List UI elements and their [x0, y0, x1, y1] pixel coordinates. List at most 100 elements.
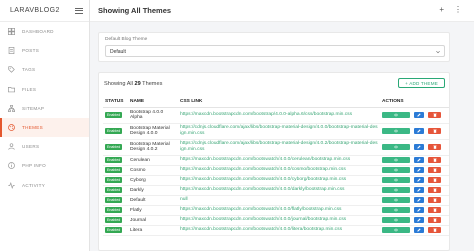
delete-theme-button[interactable]	[428, 144, 441, 150]
sidebar-item-activity[interactable]: ACTIVITY	[0, 176, 89, 195]
theme-name: Default	[128, 195, 178, 206]
status-badge: Enabled	[105, 128, 123, 134]
default-theme-select[interactable]: Default	[105, 45, 445, 57]
themes-table: STATUS NAME CSS LINK ACTIONS Enabled Boo…	[103, 97, 449, 236]
status-cell: Enabled	[103, 195, 128, 206]
sidebar-item-files[interactable]: FILES	[0, 80, 89, 99]
more-vertical-icon[interactable]: ⋮	[454, 6, 462, 14]
theme-name: Journal	[128, 215, 178, 226]
add-theme-button[interactable]: + ADD THEME	[398, 78, 445, 88]
delete-theme-button[interactable]	[428, 227, 441, 233]
edit-theme-button[interactable]	[414, 217, 424, 223]
css-link[interactable]: https://cdnjs.cloudflare.com/ajax/libs/b…	[178, 139, 380, 156]
view-theme-button[interactable]	[382, 167, 410, 173]
status-badge: Enabled	[105, 177, 123, 183]
view-theme-button[interactable]	[382, 227, 410, 233]
sidebar-item-label: DASHBOARD	[22, 29, 54, 35]
actions-cell	[380, 225, 449, 236]
delete-theme-button[interactable]	[428, 157, 441, 163]
activity-icon	[8, 181, 15, 189]
brand-name[interactable]: LARAVBLOG2	[10, 7, 60, 14]
delete-theme-button[interactable]	[428, 207, 441, 213]
actions-cell	[380, 107, 449, 124]
sidebar-item-themes[interactable]: THEMES	[0, 117, 89, 138]
sidebar-item-php-info[interactable]: PHP INFO	[0, 156, 89, 175]
table-row: Enabled Cerulean https://maxcdn.bootstra…	[103, 155, 449, 166]
css-link[interactable]: https://maxcdn.bootstrapcdn.com/bootswat…	[178, 165, 380, 176]
css-link[interactable]: null	[178, 195, 380, 206]
plus-icon[interactable]: +	[439, 6, 444, 14]
theme-name: Bootstrap 4.0.0 Alpha	[128, 107, 178, 124]
theme-name: Cosmo	[128, 165, 178, 176]
view-theme-button[interactable]	[382, 207, 410, 213]
status-cell: Enabled	[103, 107, 128, 124]
edit-theme-button[interactable]	[414, 227, 424, 233]
actions-cell	[380, 123, 449, 140]
edit-theme-button[interactable]	[414, 144, 424, 150]
delete-theme-button[interactable]	[428, 217, 441, 223]
sidebar-item-dashboard[interactable]: DASHBOARD	[0, 22, 89, 41]
delete-theme-button[interactable]	[428, 128, 441, 134]
css-link[interactable]: https://maxcdn.bootstrapcdn.com/bootswat…	[178, 215, 380, 226]
sidebar-item-label: SITEMAP	[22, 105, 45, 111]
view-theme-button[interactable]	[382, 197, 410, 203]
edit-theme-button[interactable]	[414, 112, 424, 118]
view-theme-button[interactable]	[382, 177, 410, 183]
view-theme-button[interactable]	[382, 128, 410, 134]
showing-prefix: Showing All	[104, 81, 135, 87]
view-theme-button[interactable]	[382, 112, 410, 118]
showing-suffix: Themes	[140, 81, 163, 87]
table-row: Enabled Darkly https://maxcdn.bootstrapc…	[103, 185, 449, 196]
view-theme-button[interactable]	[382, 157, 410, 163]
delete-theme-button[interactable]	[428, 197, 441, 203]
delete-theme-button[interactable]	[428, 177, 441, 183]
default-theme-card: Default Blog Theme Default	[98, 32, 450, 62]
table-row: Enabled Flatly https://maxcdn.bootstrapc…	[103, 205, 449, 216]
edit-theme-button[interactable]	[414, 187, 424, 193]
sidebar-nav: DASHBOARD POSTS TAGS FILES SITEMAP THEME…	[0, 22, 89, 195]
css-link[interactable]: https://maxcdn.bootstrapcdn.com/bootswat…	[178, 175, 380, 186]
delete-theme-button[interactable]	[428, 112, 441, 118]
hamburger-menu-icon[interactable]	[75, 7, 83, 14]
css-link[interactable]: https://maxcdn.bootstrapcdn.com/bootswat…	[178, 205, 380, 216]
edit-theme-button[interactable]	[414, 167, 424, 173]
sidebar-item-posts[interactable]: POSTS	[0, 41, 89, 60]
pencil-icon	[417, 129, 421, 133]
edit-theme-button[interactable]	[414, 128, 424, 134]
edit-theme-button[interactable]	[414, 177, 424, 183]
sidebar-item-tags[interactable]: TAGS	[0, 60, 89, 79]
column-name[interactable]: NAME	[128, 97, 178, 108]
actions-cell	[380, 205, 449, 216]
css-link[interactable]: https://maxcdn.bootstrapcdn.com/bootswat…	[178, 185, 380, 196]
delete-theme-button[interactable]	[428, 167, 441, 173]
sidebar-item-sitemap[interactable]: SITEMAP	[0, 99, 89, 118]
edit-theme-button[interactable]	[414, 197, 424, 203]
table-row: Enabled Bootstrap 4.0.0 Alpha https://ma…	[103, 107, 449, 124]
eye-icon	[394, 208, 398, 212]
status-badge: Enabled	[105, 207, 123, 213]
delete-theme-button[interactable]	[428, 187, 441, 193]
pencil-icon	[417, 228, 421, 232]
status-cell: Enabled	[103, 215, 128, 226]
css-link[interactable]: https://maxcdn.bootstrapcdn.com/bootswat…	[178, 155, 380, 166]
edit-theme-button[interactable]	[414, 207, 424, 213]
themes-table-body: Enabled Bootstrap 4.0.0 Alpha https://ma…	[103, 107, 449, 236]
view-theme-button[interactable]	[382, 144, 410, 150]
trash-icon	[432, 198, 437, 202]
css-link[interactable]: https://maxcdn.bootstrapcdn.com/bootswat…	[178, 225, 380, 236]
column-status[interactable]: STATUS	[103, 97, 128, 108]
column-css-link[interactable]: CSS LINK	[178, 97, 380, 108]
view-theme-button[interactable]	[382, 187, 410, 193]
actions-cell	[380, 195, 449, 206]
dashboard-icon	[8, 28, 15, 36]
edit-theme-button[interactable]	[414, 157, 424, 163]
info-icon	[8, 162, 15, 170]
sidebar-item-users[interactable]: USERS	[0, 137, 89, 156]
theme-name: Cerulean	[128, 155, 178, 166]
css-link[interactable]: https://maxcdn.bootstrapcdn.com/bootstra…	[178, 107, 380, 124]
view-theme-button[interactable]	[382, 217, 410, 223]
css-link[interactable]: https://cdnjs.cloudflare.com/ajax/libs/b…	[178, 123, 380, 140]
eye-icon	[394, 188, 398, 192]
table-row: Enabled Cyborg https://maxcdn.bootstrapc…	[103, 175, 449, 186]
trash-icon	[432, 178, 437, 182]
